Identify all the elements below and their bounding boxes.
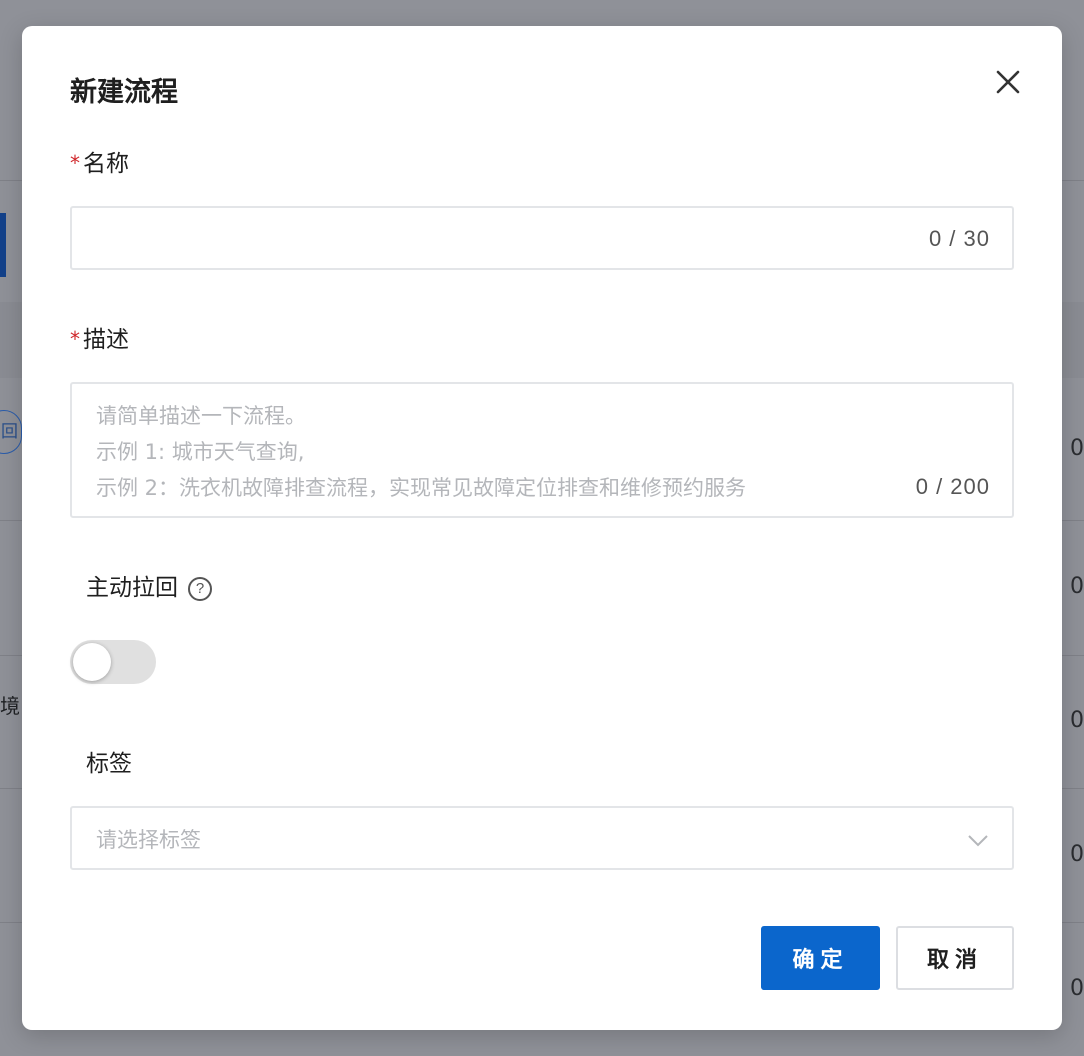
pullback-toggle[interactable] [70,640,156,684]
placeholder-line: 示例 2：洗衣机故障排查流程，实现常见故障定位排查和维修预约服务 [96,476,747,500]
toggle-knob [73,643,111,681]
background-cell-value: 00 [1070,842,1084,867]
close-icon [996,70,1020,94]
pullback-label-text: 主动拉回 [86,575,178,601]
name-input[interactable] [88,208,908,268]
name-label-text: 名称 [83,151,129,177]
background-cell-value: 00 [1070,436,1084,461]
description-placeholder: 请简单描述一下流程。 示例 1: 城市天气查询, 示例 2：洗衣机故障排查流程，… [96,398,886,506]
required-mark: * [70,327,80,351]
background-cell-value: 00 [1070,708,1084,733]
new-process-dialog: 新建流程 * 名称 0 / 30 * 描述 请简单描述一下流程。 示例 1: 城市天… [22,26,1062,1030]
background-cell-value: 00 [1070,574,1084,599]
pullback-label: 主动拉回? [86,568,212,602]
description-label: * 描述 [70,320,129,354]
close-button[interactable] [992,66,1024,98]
name-label: * 名称 [70,144,129,178]
background-status-pill: 回 [0,410,22,454]
placeholder-line: 示例 1: 城市天气查询, [96,440,305,464]
name-char-counter: 0 / 30 [928,226,990,251]
tags-placeholder: 请选择标签 [96,828,201,852]
tags-select[interactable]: 请选择标签 [70,806,1014,870]
question-circle-icon[interactable]: ? [188,577,212,601]
chevron-down-icon [968,835,988,847]
background-row-text: 境 [0,694,20,718]
description-label-text: 描述 [83,327,129,353]
description-char-counter: 0 / 200 [915,474,990,499]
dialog-title: 新建流程 [70,77,178,108]
background-cell-value: 00 [1070,976,1084,1001]
tags-label: 标签 [86,751,132,777]
background-primary-button [0,213,6,277]
description-textarea[interactable]: 请简单描述一下流程。 示例 1: 城市天气查询, 示例 2：洗衣机故障排查流程，… [70,382,1014,518]
placeholder-line: 请简单描述一下流程。 [96,404,306,428]
confirm-button[interactable]: 确定 [761,926,880,990]
required-mark: * [70,151,80,175]
cancel-button[interactable]: 取消 [896,926,1014,990]
name-field: 0 / 30 [70,206,1014,270]
